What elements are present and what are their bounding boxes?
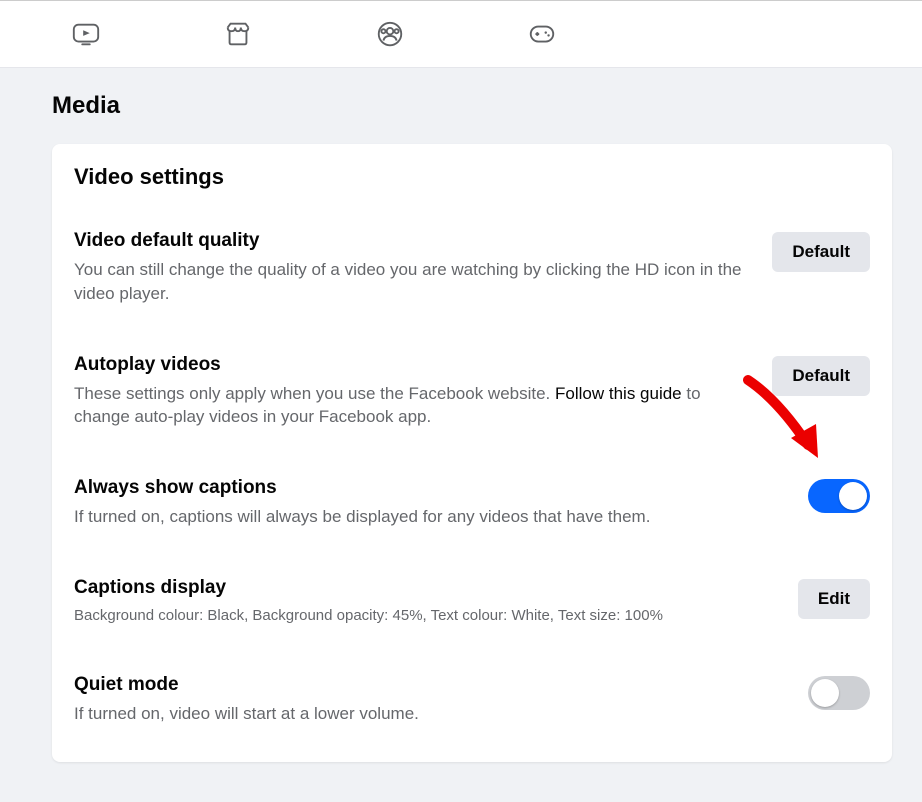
row-captions-text: Always show captions If turned on, capti…	[74, 477, 784, 529]
row-quiet-mode: Quiet mode If turned on, video will star…	[74, 674, 870, 726]
autoplay-desc: These settings only apply when you use t…	[74, 382, 748, 430]
captions-display-label: Captions display	[74, 577, 774, 599]
page-body: Media Video settings Video default quali…	[0, 68, 922, 802]
gaming-icon[interactable]	[526, 18, 558, 50]
row-video-quality: Video default quality You can still chan…	[74, 230, 870, 306]
marketplace-icon[interactable]	[222, 18, 254, 50]
captions-toggle[interactable]	[808, 479, 870, 513]
quiet-label: Quiet mode	[74, 674, 784, 696]
watch-icon[interactable]	[70, 18, 102, 50]
captions-desc: If turned on, captions will always be di…	[74, 505, 784, 529]
row-video-quality-text: Video default quality You can still chan…	[74, 230, 748, 306]
row-autoplay-text: Autoplay videos These settings only appl…	[74, 354, 748, 430]
row-captions-display: Captions display Background colour: Blac…	[74, 577, 870, 626]
video-quality-label: Video default quality	[74, 230, 748, 252]
captions-label: Always show captions	[74, 477, 784, 499]
captions-display-edit-button[interactable]: Edit	[798, 579, 870, 619]
groups-icon[interactable]	[374, 18, 406, 50]
video-quality-button[interactable]: Default	[772, 232, 870, 272]
autoplay-button[interactable]: Default	[772, 356, 870, 396]
row-captions-display-text: Captions display Background colour: Blac…	[74, 577, 774, 626]
quiet-mode-toggle[interactable]	[808, 676, 870, 710]
top-nav	[0, 0, 922, 68]
card-title: Video settings	[74, 164, 870, 190]
autoplay-label: Autoplay videos	[74, 354, 748, 376]
captions-display-desc: Background colour: Black, Background opa…	[74, 605, 774, 626]
row-quiet-text: Quiet mode If turned on, video will star…	[74, 674, 784, 726]
toggle-knob	[811, 679, 839, 707]
row-captions: Always show captions If turned on, capti…	[74, 477, 870, 529]
video-quality-desc: You can still change the quality of a vi…	[74, 258, 748, 306]
page-title: Media	[52, 92, 892, 120]
autoplay-guide-link[interactable]: Follow this guide	[555, 384, 682, 403]
autoplay-desc-a: These settings only apply when you use t…	[74, 384, 555, 403]
video-settings-card: Video settings Video default quality You…	[52, 144, 892, 762]
toggle-knob	[839, 482, 867, 510]
quiet-desc: If turned on, video will start at a lowe…	[74, 702, 784, 726]
row-autoplay: Autoplay videos These settings only appl…	[74, 354, 870, 430]
